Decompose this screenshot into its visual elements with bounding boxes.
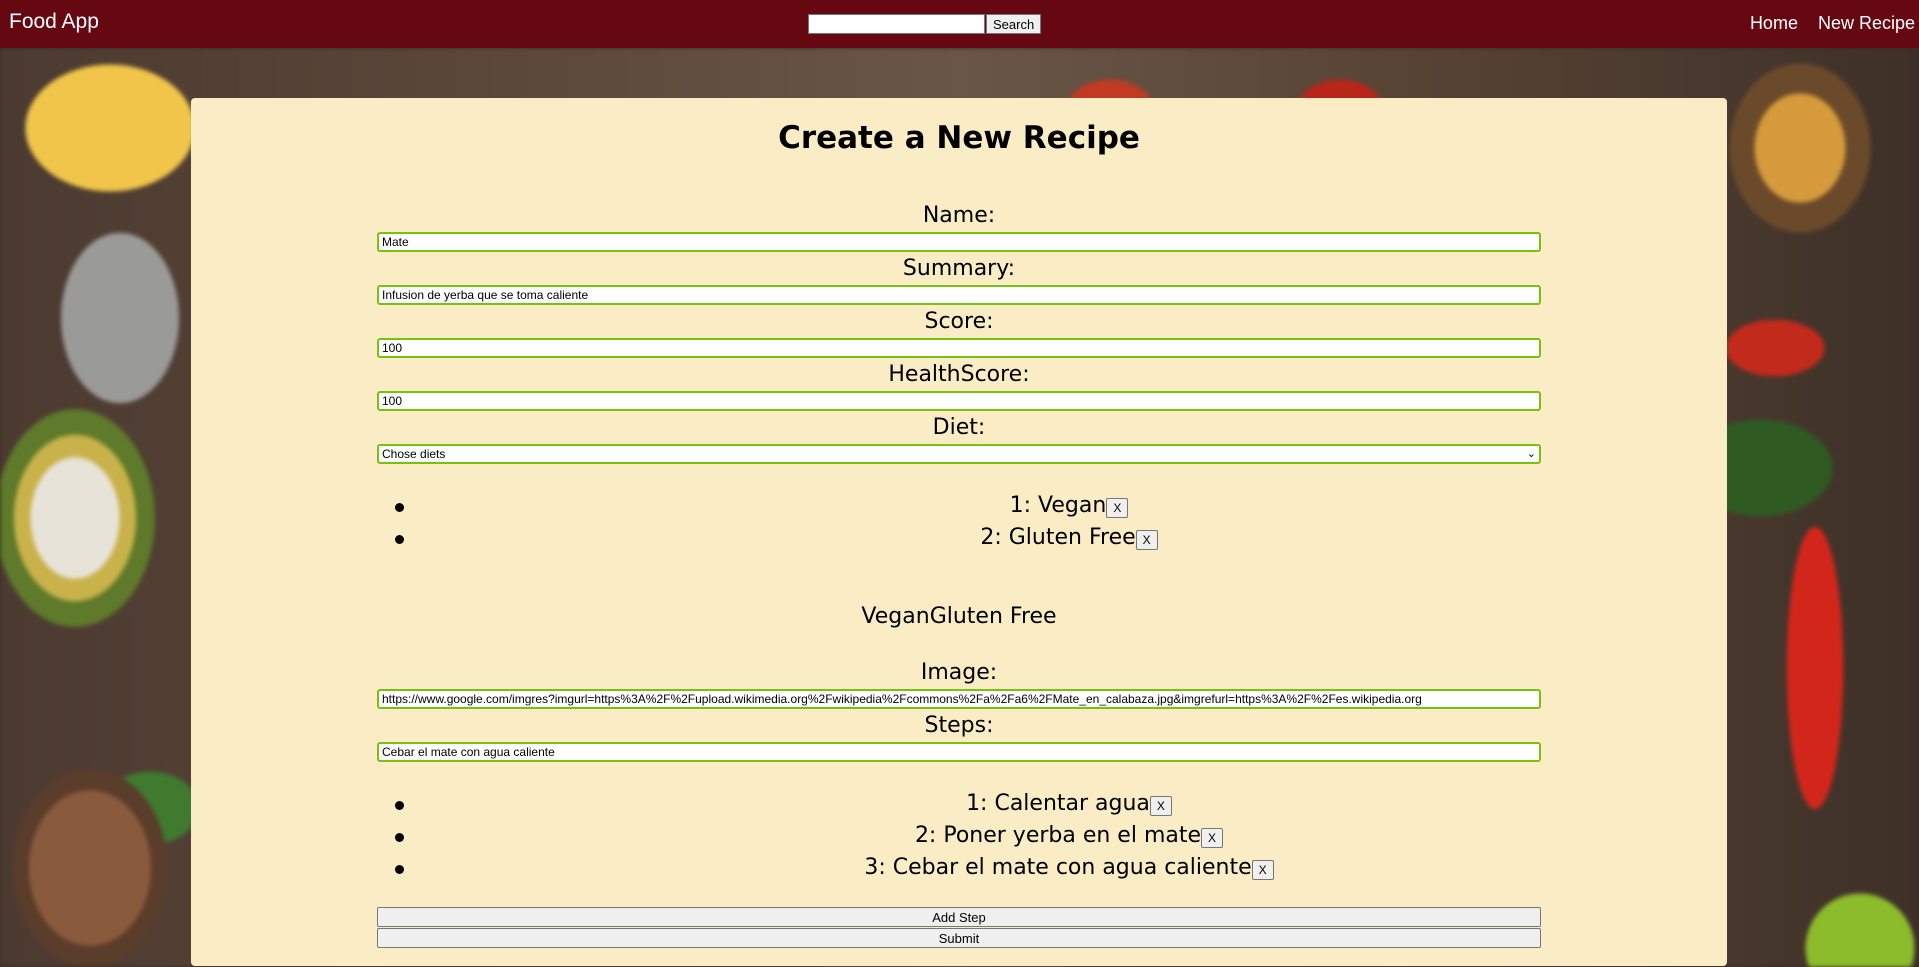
- step-item-label: 3: Cebar el mate con agua caliente: [864, 855, 1252, 880]
- remove-step-button[interactable]: X: [1251, 860, 1274, 880]
- nav-links: Home New Recipe: [1750, 13, 1915, 34]
- remove-step-button[interactable]: X: [1201, 828, 1224, 848]
- step-list-item: 3: Cebar el mate con agua caliente X: [191, 855, 1727, 887]
- bullet-icon: [395, 833, 404, 842]
- add-step-button[interactable]: Add Step: [377, 907, 1541, 927]
- brand-logo[interactable]: Food App: [9, 10, 99, 34]
- step-item-label: 1: Calentar agua: [966, 791, 1150, 816]
- navbar: Food App Search Home New Recipe: [0, 0, 1919, 48]
- bullet-icon: [395, 865, 404, 874]
- remove-diet-button[interactable]: X: [1106, 498, 1129, 518]
- search-input[interactable]: [808, 14, 985, 34]
- remove-step-button[interactable]: X: [1149, 796, 1172, 816]
- recipe-form-card: Create a New Recipe Name: Mate Summary: …: [191, 98, 1727, 966]
- bullet-icon: [395, 801, 404, 810]
- nav-home-link[interactable]: Home: [1750, 13, 1798, 34]
- score-field[interactable]: 100: [377, 338, 1541, 358]
- page-title: Create a New Recipe: [778, 120, 1140, 156]
- step-list-item: 1: Calentar agua X: [191, 791, 1727, 823]
- step-list-item: 2: Poner yerba en el mate X: [191, 823, 1727, 855]
- diet-select[interactable]: Chose diets ⌄: [377, 444, 1541, 464]
- nav-new-recipe-link[interactable]: New Recipe: [1818, 13, 1915, 34]
- summary-field[interactable]: Infusion de yerba que se toma caliente: [377, 285, 1541, 305]
- diet-list-item: 2: Gluten Free X: [191, 525, 1727, 557]
- steps-label: Steps:: [924, 713, 994, 738]
- diet-label: Diet:: [932, 415, 986, 440]
- search-bar: Search: [808, 14, 1042, 34]
- step-item-label: 2: Poner yerba en el mate: [914, 823, 1202, 848]
- summary-label: Summary:: [902, 256, 1016, 281]
- submit-button[interactable]: Submit: [377, 928, 1541, 948]
- chevron-down-icon: ⌄: [1526, 448, 1536, 460]
- score-label: Score:: [924, 309, 994, 334]
- healthscore-field[interactable]: 100: [377, 391, 1541, 411]
- diet-list-item: 1: Vegan X: [191, 493, 1727, 525]
- healthscore-label: HealthScore:: [888, 362, 1030, 387]
- image-field[interactable]: https://www.google.com/imgres?imgurl=htt…: [377, 689, 1541, 709]
- search-button[interactable]: Search: [986, 14, 1042, 34]
- name-label: Name:: [922, 203, 996, 228]
- remove-diet-button[interactable]: X: [1135, 530, 1158, 550]
- name-field[interactable]: Mate: [377, 232, 1541, 252]
- diet-item-label: 1: Vegan: [1009, 493, 1107, 518]
- steps-field[interactable]: Cebar el mate con agua caliente: [377, 742, 1541, 762]
- diet-select-value: Chose diets: [382, 447, 446, 461]
- image-label: Image:: [920, 660, 998, 685]
- bullet-icon: [395, 503, 404, 512]
- bullet-icon: [395, 535, 404, 544]
- selected-diets-text: VeganGluten Free: [861, 604, 1057, 629]
- diet-item-label: 2: Gluten Free: [980, 525, 1136, 550]
